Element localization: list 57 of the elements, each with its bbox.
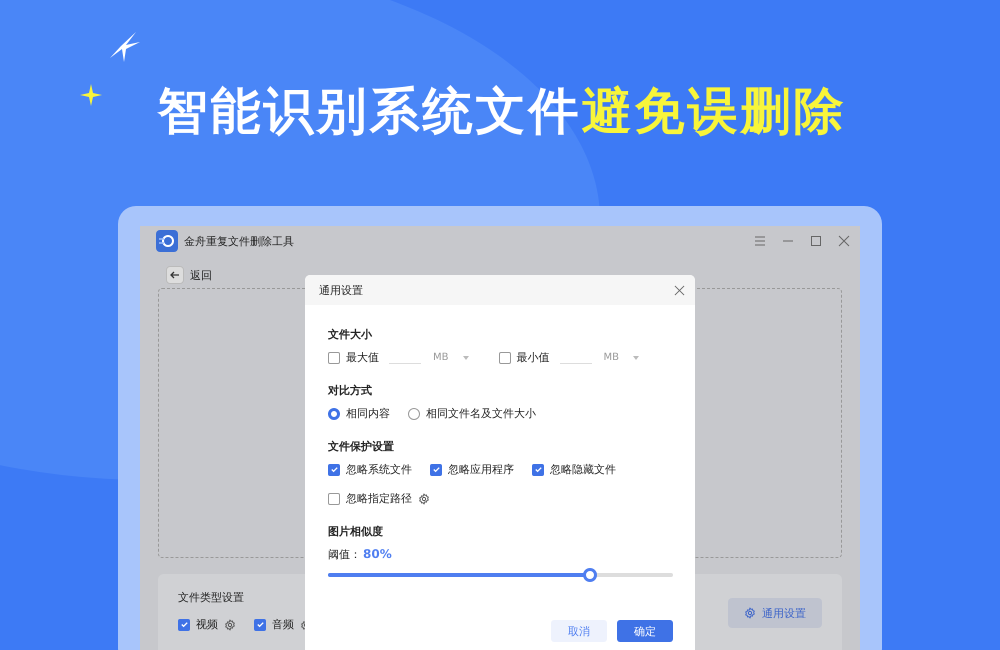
checkbox-label: 忽略指定路径 [346, 491, 412, 506]
checkmark-icon [432, 465, 440, 474]
checkbox-label: 最小值 [516, 350, 550, 365]
headline: 智能识别系统文件 [158, 81, 582, 142]
menu-icon[interactable] [754, 235, 766, 247]
checkbox[interactable] [178, 618, 190, 630]
checkbox-label: 忽略隐藏文件 [550, 462, 616, 477]
sparkle-icon [80, 84, 102, 106]
checkbox-label: 音频 [272, 617, 294, 632]
section-title: 文件大小 [328, 327, 373, 342]
radio-button[interactable] [408, 408, 420, 420]
unit-label: MB [604, 352, 619, 363]
window-title: 金舟重复文件删除工具 [184, 234, 295, 248]
checkbox[interactable] [430, 464, 442, 476]
section-title: 文件类型设置 [178, 590, 245, 605]
cancel-button[interactable]: 取消 [551, 620, 607, 642]
close-icon[interactable] [838, 235, 850, 247]
checkmark-icon [330, 465, 338, 474]
caret-icon[interactable] [633, 356, 639, 360]
unit-label: MB [433, 352, 448, 363]
gear-icon[interactable] [744, 607, 756, 619]
gear-icon[interactable] [224, 618, 236, 630]
radio-label: 相同文件名及文件大小 [426, 406, 536, 421]
checkbox-label: 忽略应用程序 [448, 462, 514, 477]
slider[interactable] [328, 568, 673, 582]
gear-icon[interactable] [418, 492, 430, 504]
back-label[interactable]: 返回 [190, 268, 212, 282]
checkbox[interactable] [328, 492, 340, 504]
general-settings-button[interactable]: 通用设置 [728, 598, 822, 628]
checkmark-icon [256, 620, 264, 629]
checkbox-label: 视频 [196, 617, 218, 632]
checkmark-icon [180, 620, 188, 629]
dialog-title: 通用设置 [319, 282, 363, 298]
checkbox-label: 忽略系统文件 [346, 462, 412, 477]
section-title: 对比方式 [328, 383, 373, 398]
checkbox[interactable] [532, 464, 544, 476]
checkbox[interactable] [254, 618, 266, 630]
checkbox[interactable] [328, 464, 340, 476]
arrow-icon [170, 270, 180, 280]
radio-label: 相同内容 [346, 406, 390, 421]
close-icon[interactable] [674, 284, 685, 296]
checkbox-label: 最大值 [346, 350, 379, 365]
confirm-button[interactable]: 确定 [617, 620, 673, 642]
section-title: 图片相似度 [328, 524, 384, 539]
checkbox[interactable] [328, 352, 340, 364]
app-logo-icon [156, 230, 178, 252]
section-title: 文件保护设置 [328, 439, 395, 454]
back-button[interactable] [166, 266, 184, 284]
threshold-label: 阈值： [328, 547, 361, 562]
caret-icon[interactable] [462, 356, 468, 360]
headline-highlight: 避免误删除 [582, 81, 846, 142]
maximize-icon[interactable] [810, 235, 822, 247]
checkbox[interactable] [498, 352, 510, 364]
threshold-value: 80% [363, 547, 392, 561]
slider-thumb[interactable] [583, 568, 598, 582]
radio-button[interactable] [328, 408, 340, 420]
checkmark-icon [534, 465, 542, 474]
